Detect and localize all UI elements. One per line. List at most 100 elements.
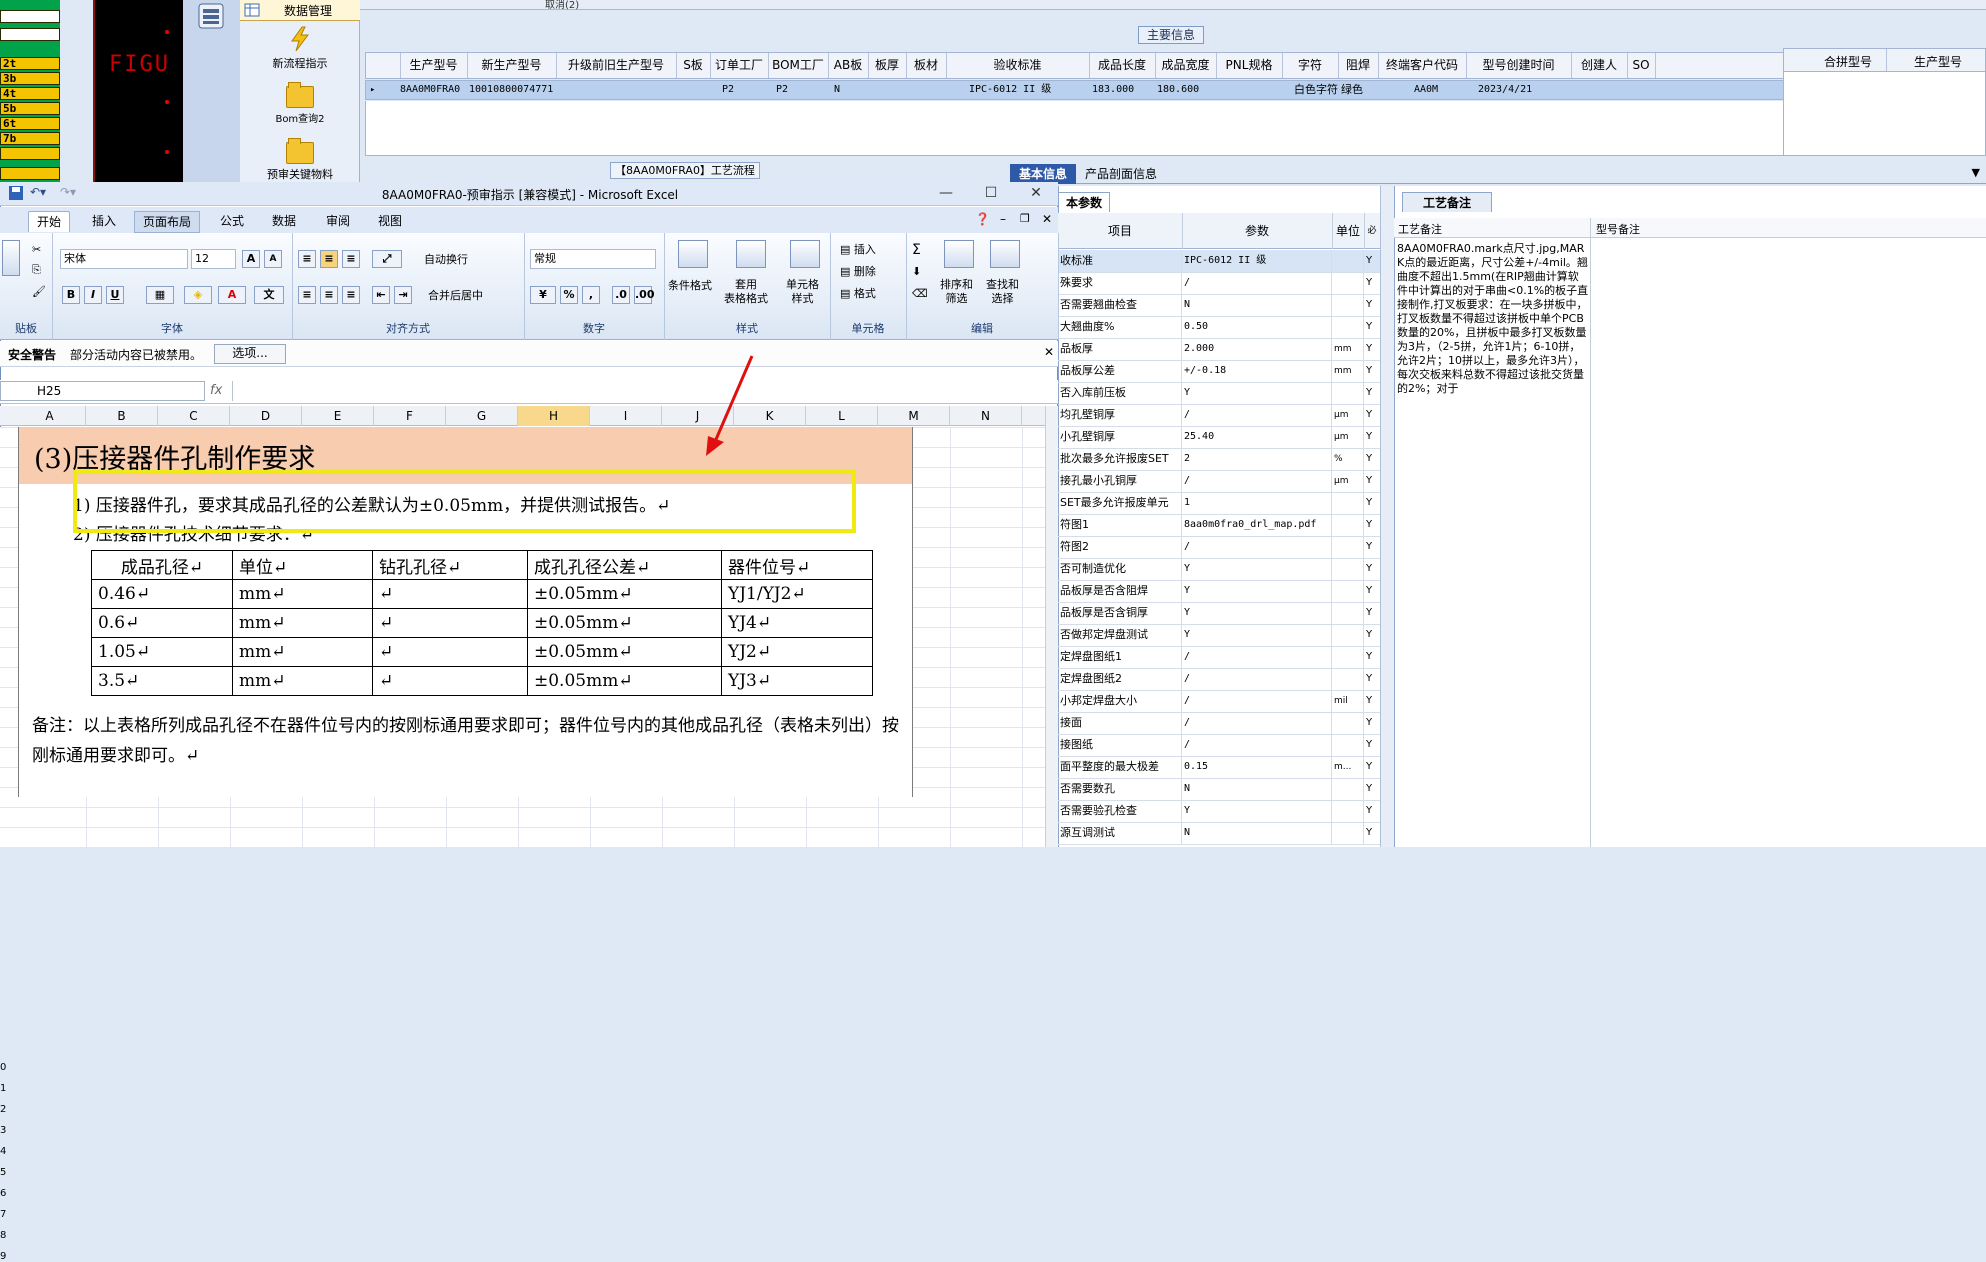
tab-basic-params[interactable]: 本参数 <box>1058 192 1110 212</box>
param-cell[interactable]: N <box>1184 294 1334 316</box>
param-cell[interactable]: 收标准 <box>1060 250 1180 272</box>
column-header-f[interactable]: F <box>374 406 446 426</box>
grid-header-cell[interactable]: 字符 <box>1282 53 1339 78</box>
cut-icon[interactable]: ✂ <box>32 242 41 258</box>
undo-icon[interactable]: ↶▾ <box>30 185 46 199</box>
param-cell[interactable]: μm <box>1334 426 1362 448</box>
param-cell[interactable]: m... <box>1334 756 1362 778</box>
increase-indent-icon[interactable]: ⇥ <box>394 286 412 304</box>
param-cell[interactable]: Y <box>1366 250 1378 272</box>
grid-cell[interactable]: P2 <box>712 81 778 99</box>
tab-basic-info[interactable]: 基本信息 <box>1010 164 1076 184</box>
param-cell[interactable]: Y <box>1184 382 1334 404</box>
table-row[interactable]: 否需要验孔检查 Y Y <box>1058 800 1380 823</box>
delete-button[interactable]: ▤ 删除 <box>840 264 876 280</box>
table-format-icon[interactable] <box>736 240 766 268</box>
row-number[interactable]: 2 <box>0 1105 14 1115</box>
param-cell[interactable]: Y <box>1366 800 1378 822</box>
column-header-d[interactable]: D <box>230 406 302 426</box>
table-row[interactable]: 小孔壁铜厚 25.40 μm Y <box>1058 426 1380 449</box>
clear-icon[interactable]: ⌫ <box>912 286 928 302</box>
param-cell[interactable]: 批次最多允许报废SET <box>1060 448 1180 470</box>
align-top-icon[interactable]: ≡ <box>298 250 316 268</box>
table-row[interactable]: 源互调测试 N Y <box>1058 822 1380 845</box>
format-button[interactable]: ▤ 格式 <box>840 286 876 302</box>
tab-data[interactable]: 数据 <box>264 211 304 231</box>
top-strip-text[interactable]: 取消(2) <box>545 0 579 11</box>
grid-header-cell[interactable]: AB板 <box>828 53 869 78</box>
param-cell[interactable]: Y <box>1366 558 1378 580</box>
param-cell[interactable]: Y <box>1184 800 1334 822</box>
code-row[interactable]: 5b <box>0 102 60 115</box>
param-cell[interactable]: N <box>1184 822 1334 844</box>
param-cell[interactable]: Y <box>1366 668 1378 690</box>
param-cell[interactable]: 25.40 <box>1184 426 1334 448</box>
table-row[interactable]: 否可制造优化 Y Y <box>1058 558 1380 581</box>
param-cell[interactable]: / <box>1184 690 1334 712</box>
param-cell[interactable]: / <box>1184 668 1334 690</box>
row-number[interactable]: 5 <box>0 1168 14 1178</box>
excel-scrollbar[interactable] <box>1045 406 1058 847</box>
grid-header-cell[interactable]: 订单工厂 <box>710 53 769 78</box>
param-cell[interactable]: Y <box>1184 558 1334 580</box>
dropdown-arrow-icon[interactable]: ▼ <box>1972 166 1980 179</box>
param-cell[interactable]: Y <box>1366 338 1378 360</box>
grid-header-cell[interactable]: 阻焊 <box>1338 53 1379 78</box>
param-header-cell[interactable]: 单位 <box>1332 213 1365 249</box>
column-header-a[interactable]: A <box>14 406 86 426</box>
nav-item-new-flow[interactable]: 新流程指示 <box>240 26 360 71</box>
column-header-e[interactable]: E <box>302 406 374 426</box>
param-cell[interactable]: 符图2 <box>1060 536 1180 558</box>
ribbon-minimize-icon[interactable]: – <box>1000 212 1006 226</box>
grid-cell[interactable]: 绿色 <box>1341 81 1377 99</box>
tab-formulas[interactable]: 公式 <box>212 211 252 231</box>
column-header-l[interactable]: L <box>806 406 878 426</box>
table-row[interactable]: 品板厚公差 +/-0.18 mm Y <box>1058 360 1380 383</box>
param-cell[interactable]: 小孔壁铜厚 <box>1060 426 1180 448</box>
param-cell[interactable]: Y <box>1366 756 1378 778</box>
table-row[interactable]: 品板厚是否含铜厚 Y Y <box>1058 602 1380 625</box>
tab-insert[interactable]: 插入 <box>84 211 124 231</box>
param-cell[interactable]: / <box>1184 404 1334 426</box>
process-note-text[interactable]: 8AA0M0FRA0.mark点尺寸.jpg,MARK点的最近距离，尺寸公差+/… <box>1397 242 1589 422</box>
row-number[interactable]: 9 <box>0 1252 14 1262</box>
param-cell[interactable]: Y <box>1366 360 1378 382</box>
paste-icon[interactable] <box>2 240 20 276</box>
grid-header-cell[interactable]: SO <box>1627 53 1656 78</box>
param-cell[interactable]: Y <box>1366 492 1378 514</box>
cell-style-button[interactable]: 单元格 样式 <box>786 278 819 306</box>
param-cell[interactable]: mm <box>1334 360 1362 382</box>
param-cell[interactable]: Y <box>1366 712 1378 734</box>
table-row[interactable]: 大翘曲度% 0.50 Y <box>1058 316 1380 339</box>
decrease-decimal-icon[interactable]: .00 <box>634 286 655 304</box>
tab-home[interactable]: 开始 <box>28 211 71 232</box>
table-row[interactable]: 符图2/ Y <box>1058 536 1380 559</box>
param-cell[interactable]: μm <box>1334 470 1362 492</box>
column-header-h[interactable]: H <box>518 406 590 426</box>
grid-cell[interactable]: 10010800074771 <box>469 81 556 99</box>
comma-icon[interactable]: , <box>582 286 600 304</box>
options-button[interactable]: 选项... <box>214 344 286 364</box>
param-cell[interactable]: 0.15 <box>1184 756 1334 778</box>
tab-review[interactable]: 审阅 <box>318 211 358 231</box>
align-middle-icon[interactable]: ≡ <box>320 250 338 268</box>
ribbon-restore-icon[interactable]: ❐ <box>1020 212 1030 225</box>
ribbon-close-icon[interactable]: ✕ <box>1042 212 1052 226</box>
increase-font-icon[interactable]: A <box>242 250 260 268</box>
grid-header-cell[interactable]: 创建人 <box>1571 53 1628 78</box>
merge-header-cell[interactable]: 合拼型号 <box>1824 53 1872 70</box>
param-cell[interactable]: Y <box>1366 778 1378 800</box>
table-row[interactable]: ▸ 8AA0M0FRA0 10010800074771 P2 P2 N IPC-… <box>365 80 1785 100</box>
table-row[interactable]: 均孔壁铜厚 / μm Y <box>1058 404 1380 427</box>
param-cell[interactable]: 大翘曲度% <box>1060 316 1180 338</box>
grid-header-cell[interactable]: BOM工厂 <box>768 53 829 78</box>
param-cell[interactable]: 接孔最小孔铜厚 <box>1060 470 1180 492</box>
column-header-b[interactable]: B <box>86 406 158 426</box>
grid-header-cell[interactable]: 新生产型号 <box>467 53 557 78</box>
row-number[interactable]: 0 <box>0 1063 14 1073</box>
grid-cell[interactable]: 180.600 <box>1157 81 1215 99</box>
font-size-select[interactable]: 12 <box>191 249 236 269</box>
code-row[interactable]: 3b <box>0 72 60 85</box>
decrease-indent-icon[interactable]: ⇤ <box>372 286 390 304</box>
param-cell[interactable]: Y <box>1366 602 1378 624</box>
